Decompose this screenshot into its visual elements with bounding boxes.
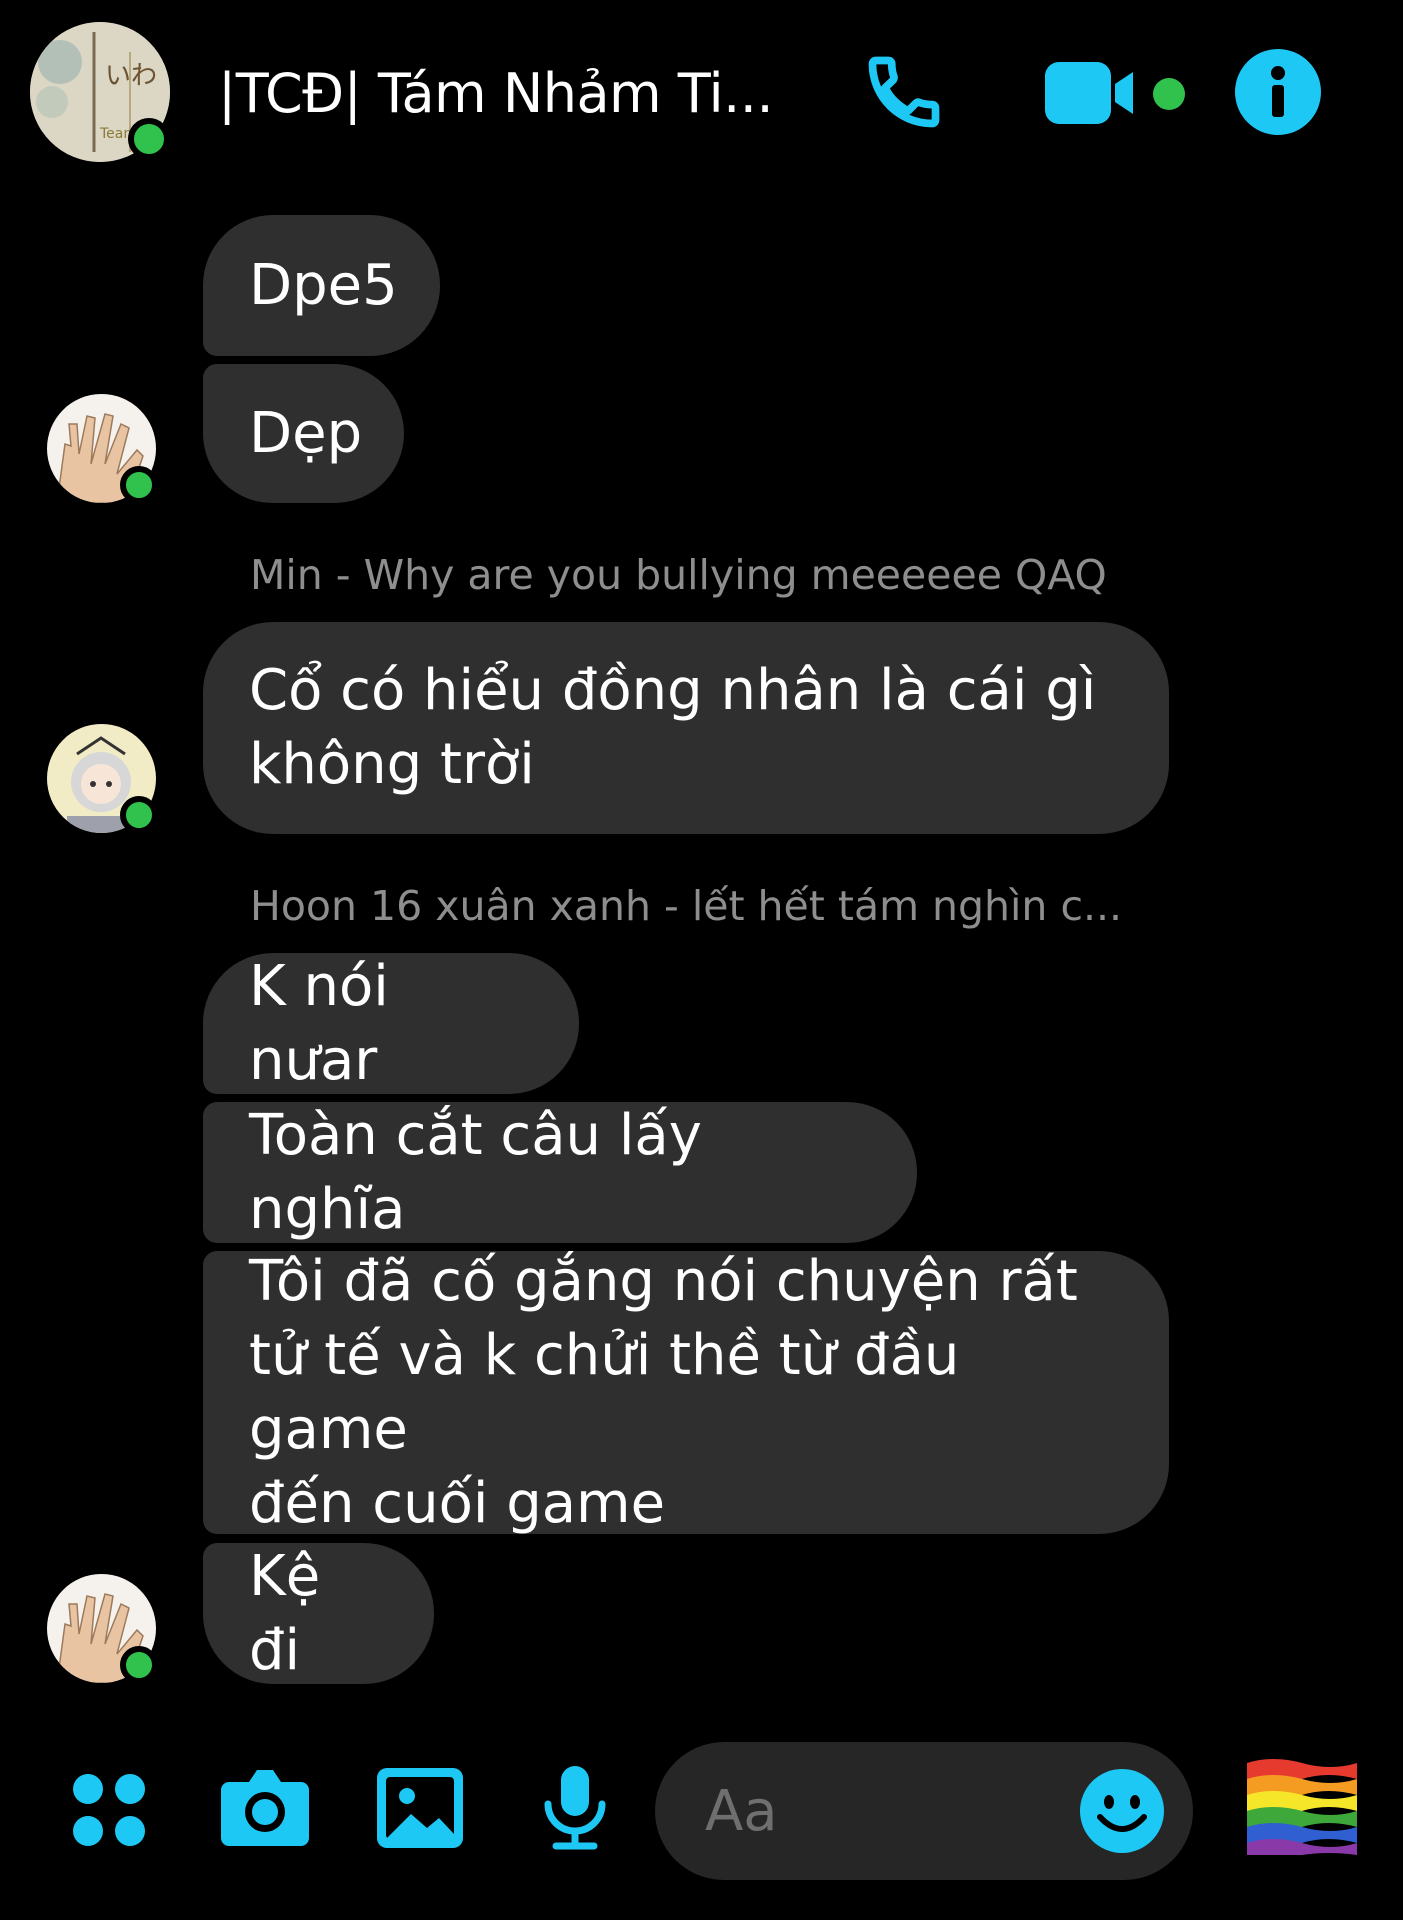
reply-label: Hoon 16 xuân xanh - lết hết tám nghìn c.… [250, 882, 1123, 930]
message-bubble[interactable]: K nói nưar [203, 953, 579, 1094]
microphone-icon[interactable] [542, 1766, 608, 1852]
camera-icon[interactable] [221, 1766, 309, 1846]
video-active-dot [1153, 78, 1185, 110]
message-input[interactable] [703, 1770, 1067, 1852]
message-bubble[interactable]: Dpe5 [203, 215, 440, 356]
conversation-title[interactable]: |TCĐ| Tám Nhảm Ti... [218, 62, 774, 125]
reply-label: Min - Why are you bullying meeeeee QAQ [250, 551, 1107, 599]
group-online-indicator [128, 118, 170, 160]
message-bubble[interactable]: Tôi đã cố gắng nói chuyện rất tử tế và k… [203, 1249, 1169, 1536]
sender-online-indicator [120, 1646, 158, 1684]
info-icon[interactable] [1235, 49, 1321, 135]
pride-flag-icon[interactable] [1243, 1755, 1361, 1857]
phone-icon[interactable] [858, 50, 950, 134]
group-avatar-glyph: いわ [105, 61, 157, 91]
message-bubble[interactable]: Cổ có hiểu đồng nhân là cái gì không trờ… [203, 622, 1169, 834]
emoji-icon[interactable] [1080, 1769, 1164, 1853]
sender-online-indicator [120, 466, 158, 504]
message-composer[interactable] [655, 1742, 1193, 1880]
message-bubble[interactable]: Kệ đi [203, 1543, 434, 1684]
message-bubble[interactable]: Dẹp [203, 364, 404, 503]
message-bubble[interactable]: Toàn cắt câu lấy nghĩa [203, 1102, 917, 1243]
gallery-icon[interactable] [377, 1768, 463, 1848]
sender-online-indicator [120, 796, 158, 834]
apps-icon[interactable] [72, 1773, 146, 1847]
